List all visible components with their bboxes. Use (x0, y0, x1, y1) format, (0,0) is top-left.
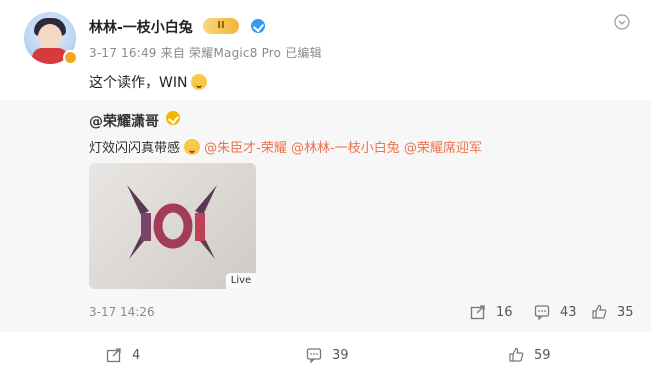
repost-author[interactable]: @荣耀潇哥 (89, 111, 159, 131)
comment-icon (306, 347, 322, 363)
author-name[interactable]: 林林-一枝小白兔 (89, 17, 193, 37)
share-count: 16 (496, 304, 513, 320)
level-badge: II (203, 18, 239, 34)
repost-time: 3-17 14:26 (89, 305, 155, 319)
share-count: 4 (132, 347, 141, 363)
post-content: 这个读作，WIN (89, 72, 208, 92)
mention-link[interactable]: @荣耀席迎军 (404, 141, 482, 156)
post-action-bar: 4 39 59 (0, 332, 651, 375)
repost-comment-button[interactable]: 43 (534, 304, 577, 320)
emoji-icon (184, 139, 201, 155)
repost-text-plain: 灯效闪闪真带感 (89, 141, 181, 156)
logo-graphic (127, 185, 217, 259)
post-text: 这个读作，WIN (89, 75, 188, 91)
chevron-down-icon (614, 14, 630, 30)
like-count: 59 (534, 347, 551, 363)
repost-card[interactable]: @荣耀潇哥 灯效闪闪真带感 @朱臣才-荣耀 @林林-一枝小白兔 @荣耀席迎军 L… (0, 100, 651, 332)
more-icon[interactable] (614, 14, 632, 32)
mention-link[interactable]: @林林-一枝小白兔 (291, 141, 400, 156)
like-button[interactable]: 59 (508, 347, 551, 363)
live-photo[interactable]: Live (89, 163, 256, 289)
comment-count: 39 (332, 347, 349, 363)
share-icon (470, 304, 486, 320)
verify-gold-icon (166, 111, 180, 125)
live-badge: Live (226, 273, 256, 289)
comment-icon (534, 304, 550, 320)
like-icon (508, 347, 524, 363)
share-button[interactable]: 4 (106, 347, 140, 363)
comment-count: 43 (560, 304, 577, 320)
repost-text: 灯效闪闪真带感 @朱臣才-荣耀 @林林-一枝小白兔 @荣耀席迎军 (89, 137, 482, 156)
like-icon (591, 304, 607, 320)
post-meta: 3-17 16:49 来自 荣耀Magic8 Pro 已编辑 (89, 46, 322, 60)
avatar-badge-icon (63, 50, 78, 65)
mention-link[interactable]: @朱臣才-荣耀 (204, 141, 287, 156)
comment-button[interactable]: 39 (306, 347, 349, 363)
emoji-icon (191, 74, 208, 90)
share-icon (106, 347, 122, 363)
verify-icon (251, 19, 265, 33)
repost-like-button[interactable]: 35 (591, 304, 634, 320)
weibo-post: 林林-一枝小白兔 II 3-17 16:49 来自 荣耀Magic8 Pro 已… (0, 0, 651, 375)
like-count: 35 (617, 304, 634, 320)
repost-share-button[interactable]: 16 (470, 304, 513, 320)
